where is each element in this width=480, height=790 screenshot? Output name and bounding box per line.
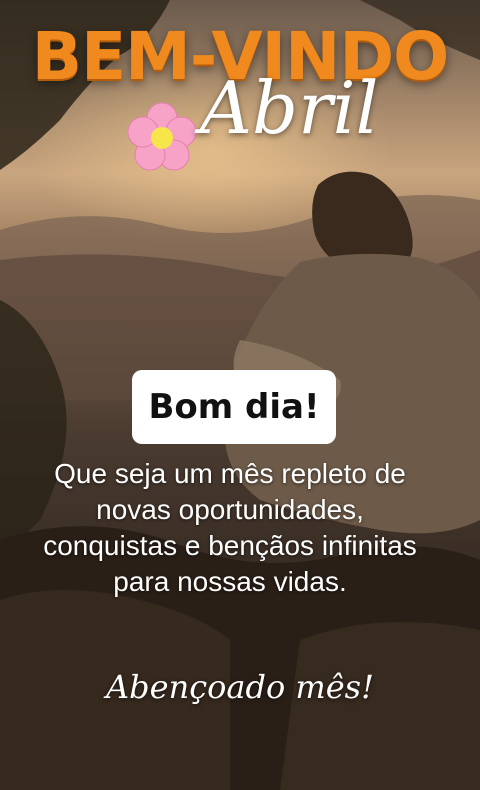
closing-text: Abençoado mês!	[106, 668, 374, 706]
greeting-text: Bom dia!	[148, 387, 320, 427]
flower-icon	[127, 102, 197, 171]
rock-right	[280, 622, 480, 790]
greeting-card: BEM-VINDO Abril Bom dia! Que seja um mês…	[0, 0, 480, 790]
greeting-badge: Bom dia!	[132, 370, 336, 444]
month-title: Abril	[200, 66, 379, 150]
message-text: Que seja um mês repleto de novas oportun…	[43, 458, 417, 597]
